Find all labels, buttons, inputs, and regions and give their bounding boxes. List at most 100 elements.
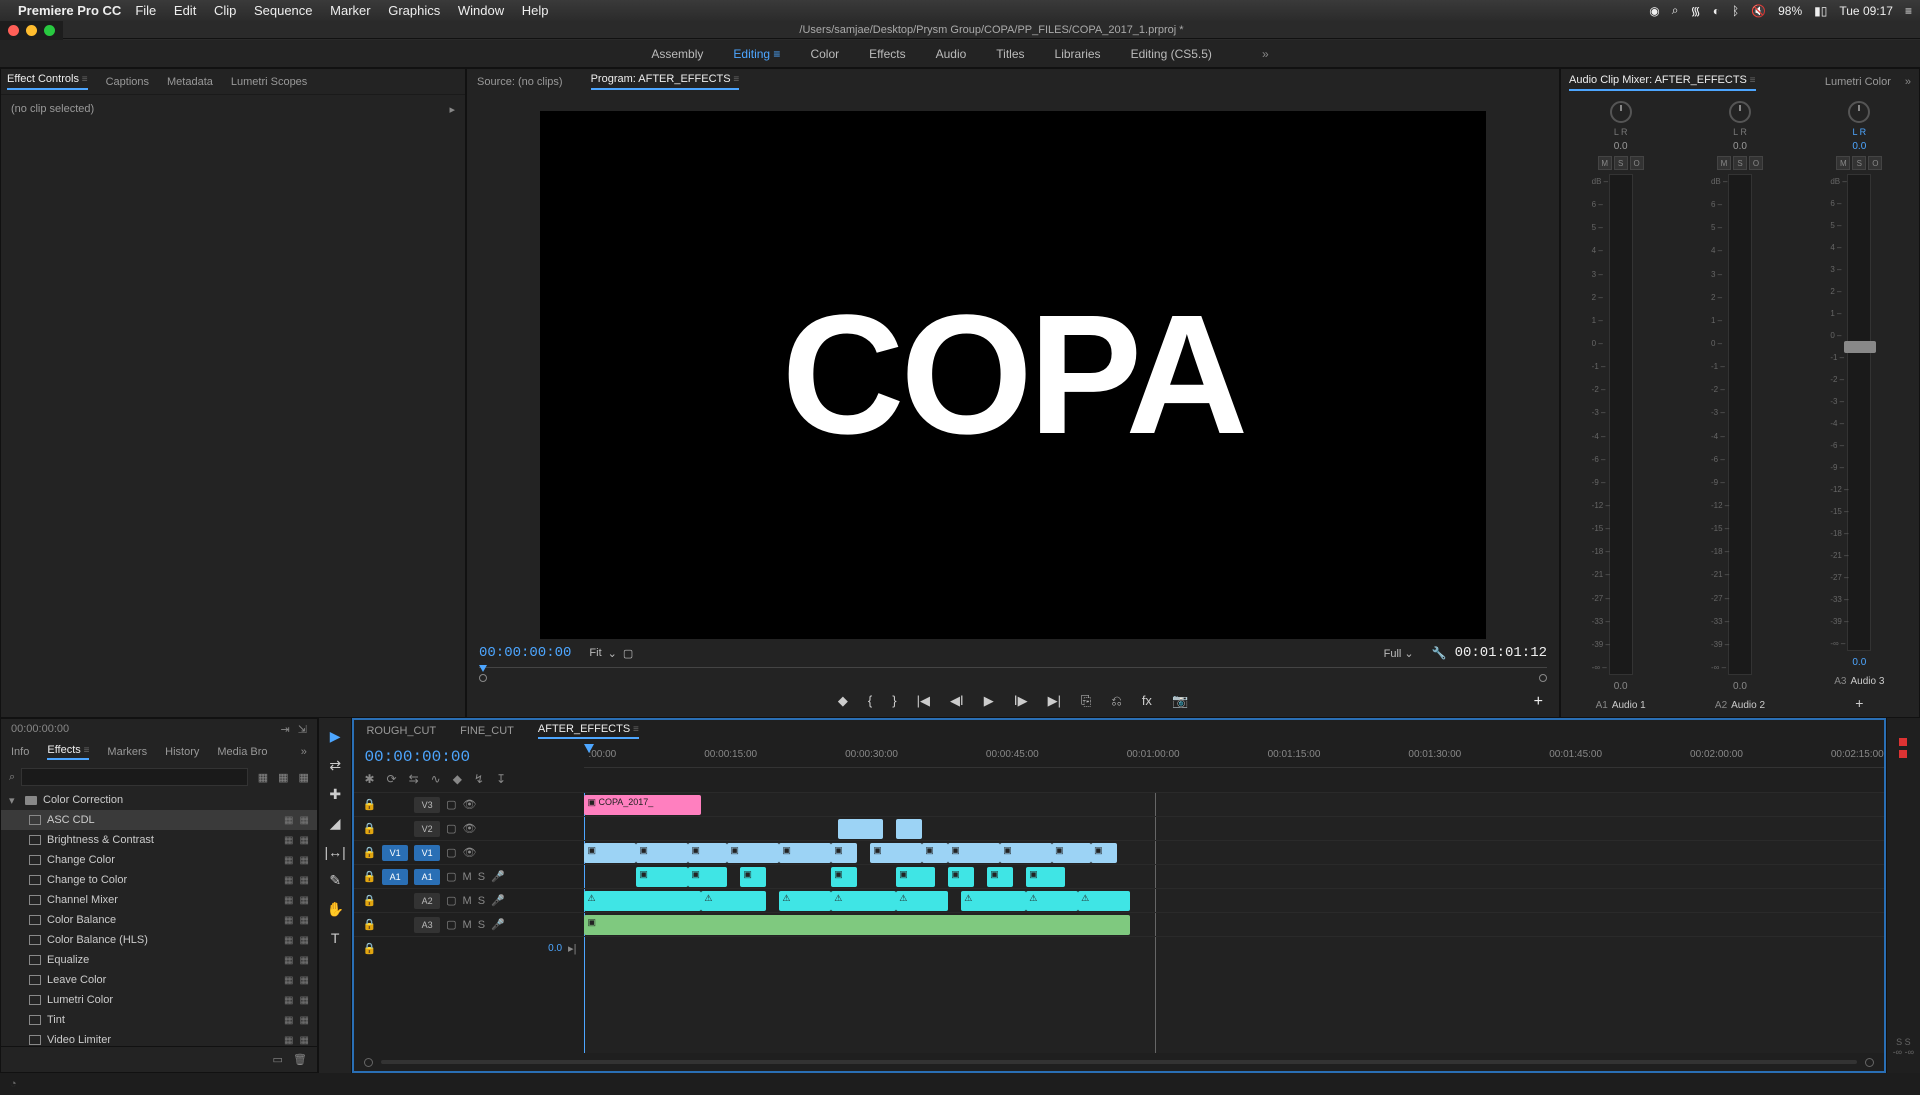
menu-help[interactable]: Help <box>522 3 549 18</box>
audio-clip[interactable]: ⚠ <box>831 891 896 911</box>
clock[interactable]: Tue 09:17 <box>1839 4 1893 18</box>
close-window-icon[interactable] <box>8 25 19 36</box>
program-in-timecode[interactable]: 00:00:00:00 <box>479 645 571 661</box>
source-patch[interactable]: V1 <box>382 845 408 861</box>
eye-icon[interactable]: 👁 <box>463 798 477 811</box>
volume-fader[interactable] <box>1844 341 1876 353</box>
menu-file[interactable]: File <box>135 3 156 18</box>
audio-clip[interactable]: ⚠ <box>961 891 1026 911</box>
track-lane-a3[interactable]: ▣ <box>584 912 1883 936</box>
lock-icon[interactable]: 🔒 <box>362 798 376 811</box>
sequence-tab-after-effects[interactable]: AFTER_EFFECTS <box>538 723 639 739</box>
menu-graphics[interactable]: Graphics <box>388 3 440 18</box>
s-button[interactable]: S <box>1852 156 1866 170</box>
track-target[interactable]: V2 <box>414 821 440 837</box>
sequence-tab-fine[interactable]: FINE_CUT <box>460 725 514 737</box>
lift-button[interactable]: ⎘ <box>1081 693 1091 709</box>
effect-item[interactable]: Color Balance▦▦ <box>1 910 317 930</box>
menu-list-icon[interactable]: ≡ <box>1905 4 1912 18</box>
add-track-button[interactable]: + <box>1855 695 1863 711</box>
volume-icon[interactable]: 🔇 <box>1751 4 1766 18</box>
volume-readout[interactable]: 0.0 <box>1852 657 1866 668</box>
pan-knob[interactable] <box>1848 101 1870 123</box>
wifi-icon[interactable]: ᯾ <box>1691 2 1701 19</box>
toggle-output-icon[interactable]: ▢ <box>446 846 456 859</box>
step-forward-button[interactable]: Ⅰ▶ <box>1014 693 1028 709</box>
pan-knob[interactable] <box>1610 101 1632 123</box>
track-lane-a1[interactable]: ▣▣▣▣▣▣▣▣ <box>584 864 1883 888</box>
effects-search-input[interactable] <box>21 768 248 786</box>
o-button[interactable]: O <box>1868 156 1882 170</box>
workspace-editing-cs55[interactable]: Editing (CS5.5) <box>1131 47 1212 61</box>
clip[interactable]: ▣ <box>1052 843 1091 863</box>
preset-icon[interactable]: ▦ <box>299 771 309 784</box>
play-button[interactable]: ▶ <box>984 693 994 709</box>
go-to-in-button[interactable]: |◀ <box>917 693 930 709</box>
program-monitor-canvas[interactable]: COPA <box>540 111 1486 639</box>
track-target[interactable]: V3 <box>414 797 440 813</box>
app-menus[interactable]: File Edit Clip Sequence Marker Graphics … <box>135 3 562 18</box>
workspace-libraries[interactable]: Libraries <box>1055 47 1101 61</box>
go-to-out-button[interactable]: ▶| <box>1048 693 1061 709</box>
button-editor-icon[interactable]: + <box>1534 693 1543 711</box>
extract-button[interactable]: ⎌ <box>1111 693 1121 709</box>
toggle-output-icon[interactable]: ▢ <box>446 798 456 811</box>
lock-icon[interactable]: 🔒 <box>362 870 376 883</box>
tab-history[interactable]: History <box>165 746 199 758</box>
effect-item[interactable]: Lumetri Color▦▦ <box>1 990 317 1010</box>
timeline-option-icon[interactable]: ⇆ <box>409 772 419 786</box>
playhead-icon[interactable] <box>479 665 487 672</box>
timeline-option-icon[interactable]: ↯ <box>474 772 484 786</box>
clip[interactable]: ▣ <box>688 843 727 863</box>
workspace-editing[interactable]: Editing ≡ <box>733 47 780 61</box>
audio-clip[interactable]: ▣ <box>948 867 974 887</box>
workspace-effects[interactable]: Effects <box>869 47 905 61</box>
lock-icon[interactable]: 🔒 <box>362 822 376 835</box>
audio-clip[interactable]: ▣ <box>636 867 688 887</box>
clip-indicator-icon[interactable] <box>1899 738 1907 746</box>
clip-title[interactable]: ▣ COPA_2017_ <box>584 795 701 815</box>
video-track-header[interactable]: 🔒 V1 V1 ▢ 👁 <box>354 840 584 864</box>
clip[interactable]: ▣ <box>948 843 1000 863</box>
pan-value[interactable]: 0.0 <box>1733 141 1747 152</box>
tab-media-browser[interactable]: Media Bro <box>217 746 267 758</box>
track-lane-a2[interactable]: ⚠⚠⚠⚠⚠⚠⚠⚠ <box>584 888 1883 912</box>
chevron-down-icon[interactable]: ⌄ <box>1404 648 1413 660</box>
track-target[interactable]: V1 <box>414 845 440 861</box>
workspace-color[interactable]: Color <box>810 47 839 61</box>
o-button[interactable]: O <box>1749 156 1763 170</box>
tool-0[interactable]: ▶ <box>330 728 341 745</box>
tab-metadata[interactable]: Metadata <box>167 76 213 88</box>
eye-icon[interactable]: 👁 <box>463 822 477 835</box>
mute-button[interactable]: M <box>463 895 472 907</box>
mute-button[interactable]: M <box>463 919 472 931</box>
clip[interactable]: ▣ <box>779 843 831 863</box>
effect-item[interactable]: Color Balance (HLS)▦▦ <box>1 930 317 950</box>
s-button[interactable]: S <box>1614 156 1628 170</box>
workspace-titles[interactable]: Titles <box>996 47 1024 61</box>
effect-item[interactable]: Equalize▦▦ <box>1 950 317 970</box>
tab-source-monitor[interactable]: Source: (no clips) <box>477 76 563 88</box>
s-button[interactable]: S <box>1733 156 1747 170</box>
audio-clip[interactable]: ▣ <box>1026 867 1065 887</box>
tool-1[interactable]: ⇄ <box>329 757 341 774</box>
zoom-handle-right[interactable] <box>1865 1058 1874 1067</box>
insert-icon[interactable]: ⇥ <box>280 723 289 736</box>
source-patch[interactable]: A1 <box>382 869 408 885</box>
tab-markers[interactable]: Markers <box>107 746 147 758</box>
lock-icon[interactable]: 🔒 <box>362 894 376 907</box>
menu-clip[interactable]: Clip <box>214 3 236 18</box>
lock-icon[interactable]: 🔒 <box>362 942 376 955</box>
battery-icon[interactable]: ▮▯ <box>1814 4 1827 18</box>
audio-track-header[interactable]: 🔒 A2 ▢ M S 🎤 <box>354 888 584 912</box>
clip[interactable]: ▣ <box>1091 843 1117 863</box>
audio-clip[interactable]: ▣ <box>688 867 727 887</box>
effects-tree[interactable]: ▾Color CorrectionASC CDL▦▦Brightness & C… <box>1 790 317 1046</box>
chevron-down-icon[interactable]: ⌄ <box>608 647 617 660</box>
clip[interactable] <box>896 819 922 839</box>
safe-margins-icon[interactable]: ▢ <box>623 647 633 660</box>
toggle-output-icon[interactable]: ▢ <box>446 870 456 883</box>
folder-color-correction[interactable]: ▾Color Correction <box>1 790 317 810</box>
tab-lumetri-scopes[interactable]: Lumetri Scopes <box>231 76 307 88</box>
minimize-window-icon[interactable] <box>26 25 37 36</box>
